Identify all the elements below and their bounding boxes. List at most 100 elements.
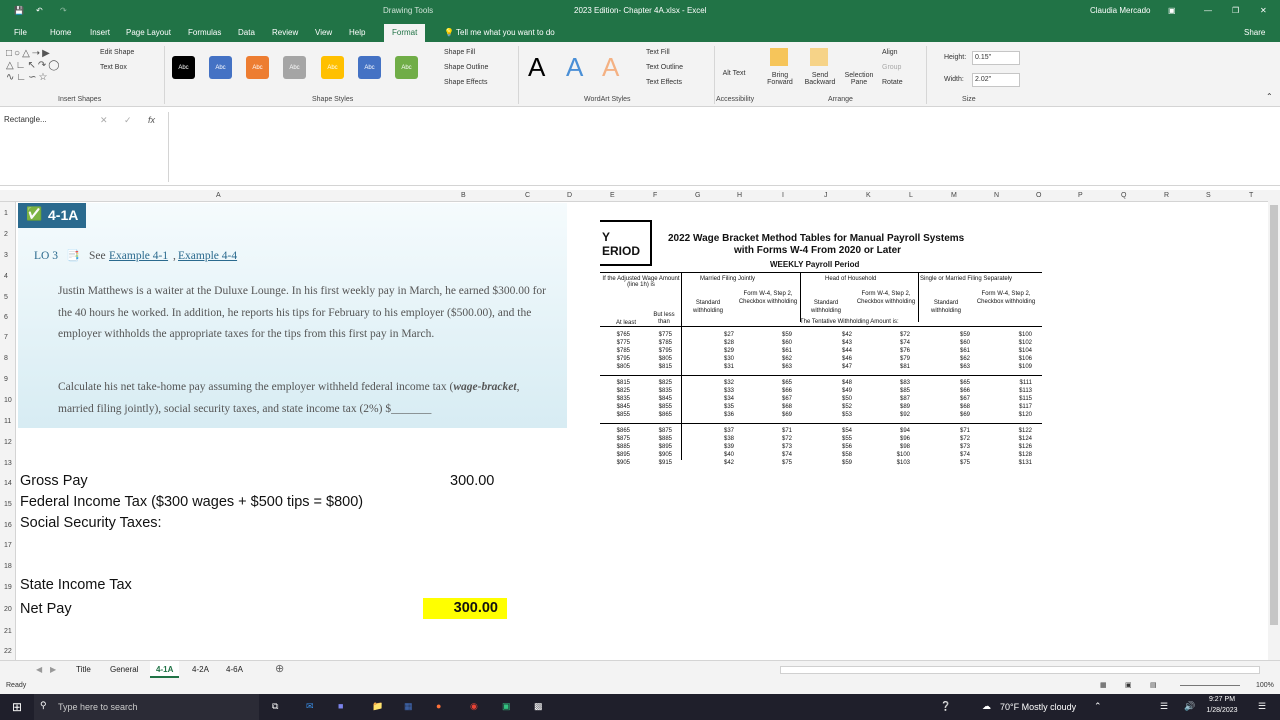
tab-review[interactable]: Review [272,28,298,37]
column-header[interactable]: P [1078,192,1083,199]
teams-icon[interactable]: ■ [338,701,343,711]
windows-start-icon[interactable]: ⊞ [12,700,22,714]
bring-forward-icon[interactable] [770,48,788,66]
column-header[interactable]: I [782,192,784,199]
maximize-icon[interactable]: ❐ [1232,6,1239,15]
network-icon[interactable]: ☰ [1160,701,1168,712]
row-header[interactable]: 19 [4,584,12,591]
column-header[interactable]: O [1036,192,1041,199]
next-sheet-icon[interactable]: ▶ [50,665,56,674]
row-header[interactable]: 22 [4,648,12,655]
selection-pane-button[interactable]: Selection Pane [840,72,878,86]
edit-shape-button[interactable]: Edit Shape [100,49,134,56]
clock-time[interactable]: 9:27 PM [1204,696,1240,703]
row-header[interactable]: 13 [4,460,12,467]
row-header[interactable]: 3 [4,252,8,259]
redo-icon[interactable]: ↷ [60,6,67,15]
tab-file[interactable]: File [14,28,27,37]
row-header[interactable]: 21 [4,628,12,635]
shape-style-swatch-blue-2[interactable]: Abc [358,56,381,79]
row-header[interactable]: 20 [4,606,12,613]
cell-state-tax-label[interactable]: State Income Tax [20,577,132,593]
cell-net-pay-label[interactable]: Net Pay [20,601,72,617]
app-icon[interactable]: ▩ [534,701,543,712]
shape-effects-button[interactable]: Shape Effects [444,79,487,86]
example-link-2[interactable]: Example 4-4 [178,246,237,268]
row-header[interactable]: 9 [4,376,8,383]
row-header[interactable]: 2 [4,231,8,238]
sheet-tab-4-1a[interactable]: 4-1A [150,661,180,678]
column-header[interactable]: K [866,192,871,199]
tab-view[interactable]: View [315,28,332,37]
row-header[interactable]: 16 [4,522,12,529]
wordart-style-blue[interactable]: A [566,52,583,83]
row-header[interactable]: 6 [4,314,8,321]
text-box-button[interactable]: Text Box [100,64,127,71]
row-header[interactable]: 11 [4,418,11,425]
row-header[interactable]: 14 [4,480,12,487]
shape-style-swatch-orange[interactable]: Abc [246,56,269,79]
tab-help[interactable]: Help [349,28,365,37]
text-effects-button[interactable]: Text Effects [646,79,682,86]
add-sheet-icon[interactable]: ⊕ [275,662,284,675]
file-explorer-icon[interactable]: 📁 [372,701,383,712]
excel-icon[interactable]: ▣ [502,701,511,712]
tab-data[interactable]: Data [238,28,255,37]
row-header[interactable]: 8 [4,355,8,362]
enter-icon[interactable]: ✓ [124,115,132,126]
text-fill-button[interactable]: Text Fill [646,49,670,56]
chrome-icon[interactable]: ◉ [470,701,478,712]
outlook-icon[interactable]: ✉ [306,701,314,712]
function-icon[interactable]: fx [148,115,155,125]
tab-page-layout[interactable]: Page Layout [126,28,171,37]
tab-home[interactable]: Home [50,28,71,37]
calculator-icon[interactable]: ▦ [404,701,413,712]
column-header[interactable]: J [824,192,828,199]
help-icon[interactable]: ❔ [940,701,951,712]
clock-date[interactable]: 1/28/2023 [1204,707,1240,714]
chevron-up-icon[interactable]: ⌃ [1094,701,1102,712]
row-header[interactable]: 12 [4,439,12,446]
row-header[interactable]: 17 [4,542,12,549]
formula-input[interactable] [168,112,1278,182]
column-header[interactable]: S [1206,192,1211,199]
column-header[interactable]: E [610,192,615,199]
vertical-scroll-thumb[interactable] [1270,205,1278,625]
text-outline-button[interactable]: Text Outline [646,64,683,71]
tab-insert[interactable]: Insert [90,28,110,37]
row-header[interactable]: 15 [4,501,12,508]
volume-icon[interactable]: 🔊 [1184,701,1195,712]
rotate-button[interactable]: Rotate [882,79,903,86]
row-header[interactable]: 1 [4,210,8,217]
column-header[interactable]: C [525,192,530,199]
column-header[interactable]: B [461,192,466,199]
column-header[interactable]: N [994,192,999,199]
save-icon[interactable]: 💾 [14,6,24,15]
wage-bracket-table-image[interactable]: Y ERIOD 2022 Wage Bracket Method Tables f… [600,220,1042,466]
weather-text[interactable]: 70°F Mostly cloudy [1000,702,1076,712]
cancel-icon[interactable]: ✕ [100,115,108,126]
zoom-level[interactable]: 100% [1256,682,1274,689]
column-header[interactable]: A [216,192,221,199]
page-layout-view-icon[interactable]: ▣ [1125,681,1132,689]
cell-social-security-label[interactable]: Social Security Taxes: [20,515,162,531]
column-header[interactable]: M [951,192,957,199]
shape-outline-button[interactable]: Shape Outline [444,64,488,71]
notifications-icon[interactable]: ☰ [1258,701,1266,712]
column-header[interactable]: T [1249,192,1253,199]
cell-gross-pay-label[interactable]: Gross Pay [20,473,88,489]
page-break-view-icon[interactable]: ▤ [1150,681,1157,689]
alt-text-button[interactable]: Alt Text [722,70,746,77]
send-backward-icon[interactable] [810,48,828,66]
shape-style-swatch-green[interactable]: Abc [395,56,418,79]
tab-formulas[interactable]: Formulas [188,28,221,37]
firefox-icon[interactable]: ● [436,701,441,711]
group-button[interactable]: Group [882,64,901,71]
user-name[interactable]: Claudia Mercado [1090,6,1150,15]
column-header[interactable]: L [909,192,913,199]
sheet-tab-title[interactable]: Title [76,665,91,674]
row-header[interactable]: 5 [4,294,8,301]
bring-forward-button[interactable]: Bring Forward [760,72,800,86]
minimize-icon[interactable]: — [1204,6,1212,15]
taskbar-search-box[interactable]: ⚲ Type here to search [34,694,259,720]
